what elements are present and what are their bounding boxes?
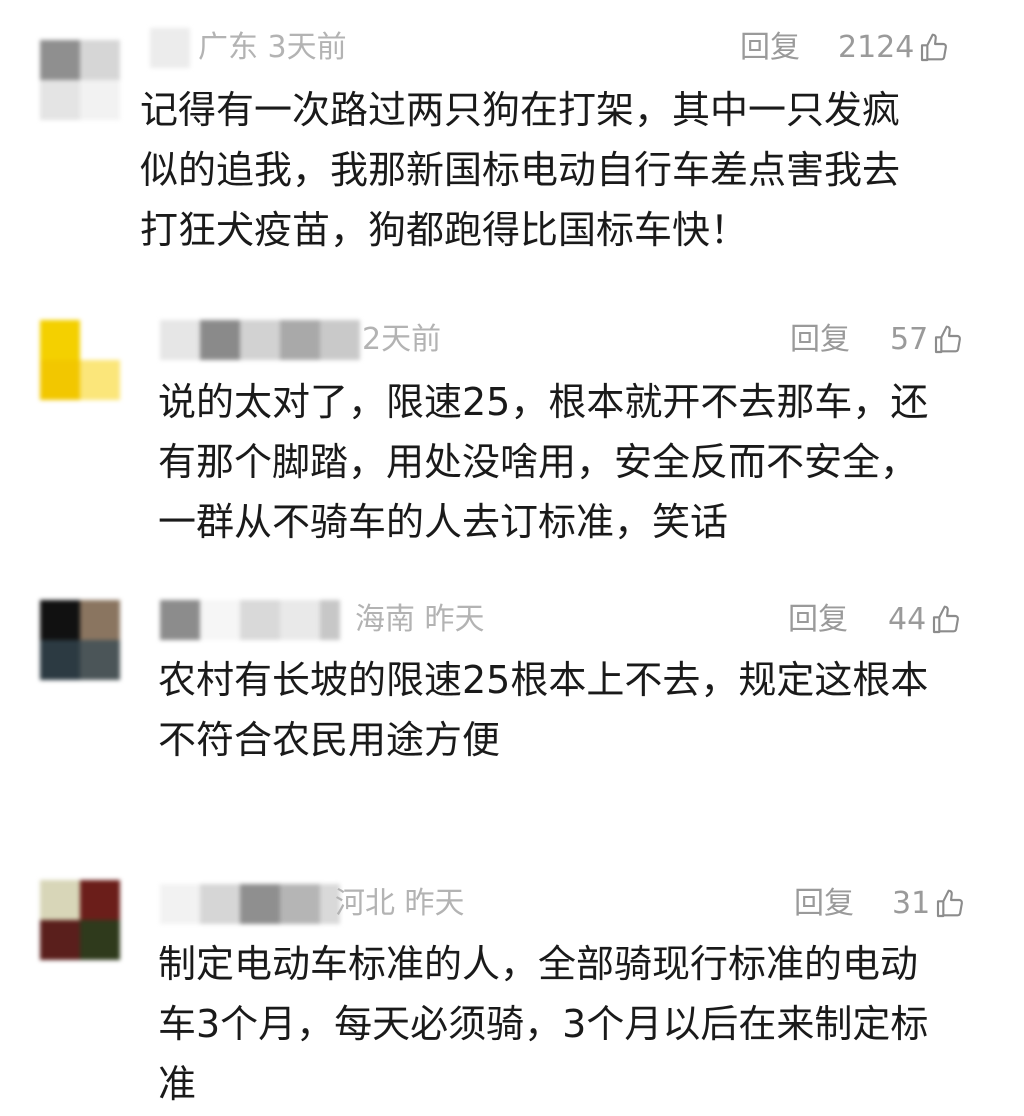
like-button[interactable]: 57: [890, 320, 964, 360]
username-blurred[interactable]: [160, 320, 360, 360]
avatar-block: [80, 80, 120, 120]
avatar-block: [40, 80, 80, 120]
username-blurred[interactable]: [160, 884, 340, 924]
thumbs-up-icon: [921, 33, 948, 62]
username-blurred[interactable]: [150, 28, 190, 68]
avatar-block: [80, 40, 120, 80]
like-count: 57: [890, 322, 929, 357]
avatar[interactable]: [40, 40, 120, 120]
avatar-block: [80, 920, 120, 960]
like-button[interactable]: 44: [888, 600, 962, 640]
avatar[interactable]: [40, 600, 120, 680]
comment-text: 说的太对了，限速25，根本就开不去那车，还 有那个脚踏，用处没啥用，安全反而不安…: [158, 380, 929, 544]
reply-button[interactable]: 回复: [794, 884, 854, 924]
location-time: 河北 昨天: [335, 886, 465, 921]
like-button[interactable]: 2124: [838, 28, 950, 68]
avatar-block: [80, 360, 120, 400]
thumbs-up-icon: [937, 889, 964, 918]
reply-button[interactable]: 回复: [790, 320, 850, 360]
avatar-block: [80, 600, 120, 640]
location-time: 2天前: [362, 322, 442, 357]
avatar-block: [40, 320, 80, 360]
avatar-block: [40, 600, 80, 640]
like-count: 44: [888, 602, 927, 637]
comment-text: 制定电动车标准的人，全部骑现行标准的电动 车3个月，每天必须骑，3个月以后在来制…: [158, 942, 929, 1106]
comment-text: 记得有一次路过两只狗在打架，其中一只发疯 似的追我，我那新国标电动自行车差点害我…: [140, 88, 901, 252]
avatar-block: [80, 640, 120, 680]
reply-button[interactable]: 回复: [740, 28, 800, 68]
like-count: 31: [892, 886, 931, 921]
reply-button[interactable]: 回复: [788, 600, 848, 640]
username-blurred[interactable]: [160, 600, 340, 640]
avatar[interactable]: [40, 880, 120, 960]
avatar-block: [40, 640, 80, 680]
location-time: 广东 3天前: [198, 30, 347, 65]
avatar[interactable]: [40, 320, 120, 400]
thumbs-up-icon: [935, 325, 962, 354]
like-button[interactable]: 31: [892, 884, 966, 924]
location-time: 海南 昨天: [355, 602, 485, 637]
avatar-block: [80, 320, 120, 360]
comment-text: 农村有长坡的限速25根本上不去，规定这根本 不符合农民用途方便: [158, 658, 929, 762]
avatar-block: [40, 880, 80, 920]
avatar-block: [40, 360, 80, 400]
avatar-block: [40, 920, 80, 960]
avatar-block: [40, 40, 80, 80]
like-count: 2124: [838, 30, 915, 65]
thumbs-up-icon: [933, 605, 960, 634]
avatar-block: [80, 880, 120, 920]
